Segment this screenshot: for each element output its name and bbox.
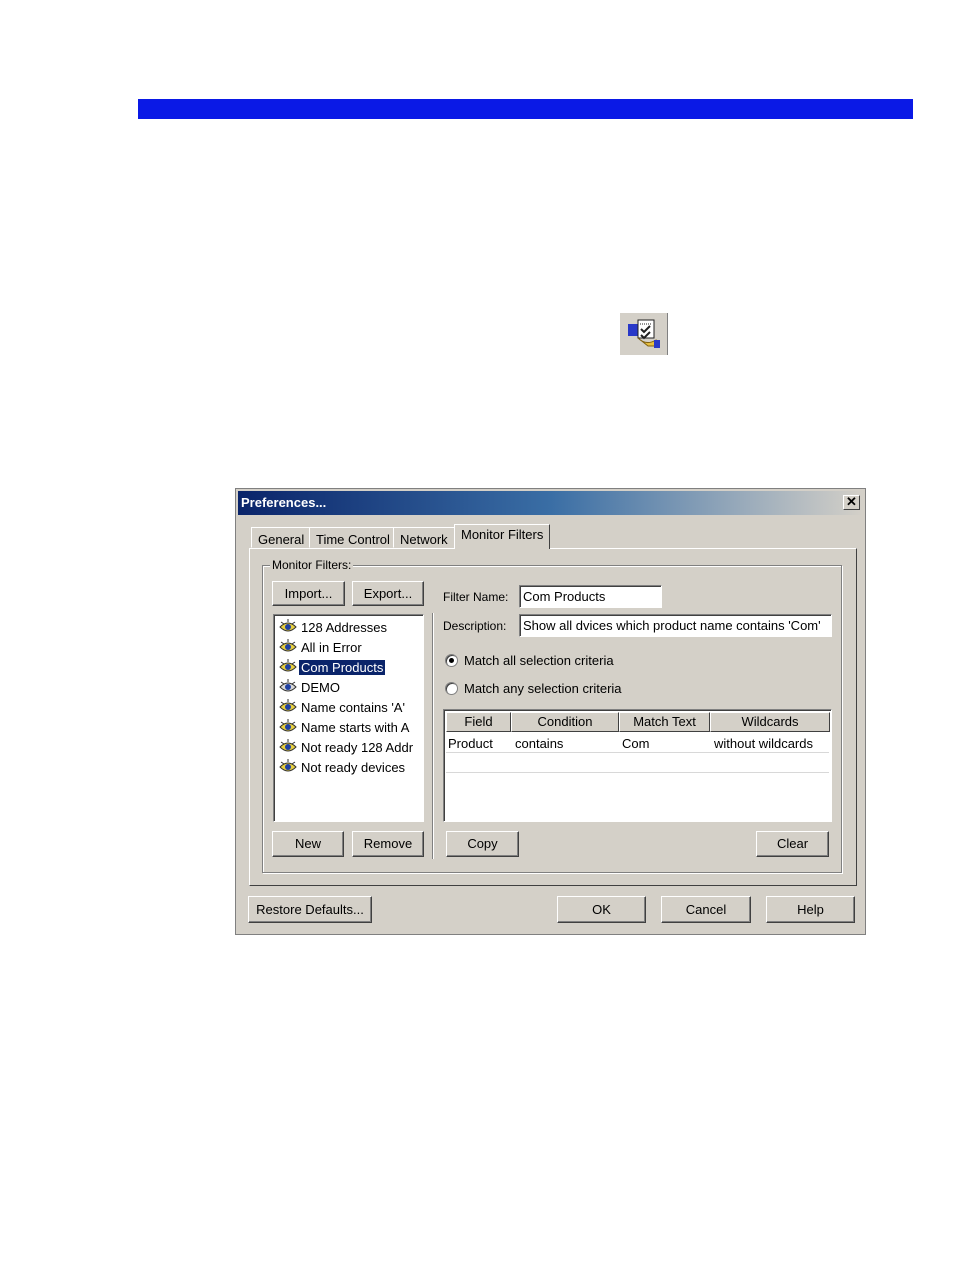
list-item-label: Not ready 128 Addr <box>301 740 414 755</box>
eye-icon <box>279 619 297 632</box>
column-header-match-text[interactable]: Match Text <box>619 712 710 732</box>
filter-name-label: Filter Name: <box>443 590 509 604</box>
filter-name-input[interactable]: Com Products <box>519 585 662 608</box>
group-label: Monitor Filters: <box>270 558 354 572</box>
match-all-radio[interactable] <box>445 654 458 667</box>
tab-general[interactable]: General <box>251 527 312 548</box>
preferences-checklist-icon <box>628 319 660 348</box>
remove-button[interactable]: Remove <box>352 831 424 857</box>
eye-icon <box>279 679 297 692</box>
row-divider <box>446 752 829 753</box>
cancel-button[interactable]: Cancel <box>661 896 751 923</box>
eye-icon <box>279 699 297 712</box>
export-button[interactable]: Export... <box>352 581 424 606</box>
eye-icon <box>279 639 297 652</box>
column-header-wildcards[interactable]: Wildcards <box>710 712 830 732</box>
preferences-dialog: Preferences... ✕ General Time Control Ne… <box>235 488 866 935</box>
dialog-titlebar: Preferences... ✕ <box>238 491 863 515</box>
eye-icon <box>279 719 297 732</box>
table-cell[interactable]: without wildcards <box>714 736 813 751</box>
match-all-label[interactable]: Match all selection criteria <box>464 653 614 668</box>
close-button[interactable]: ✕ <box>843 495 860 510</box>
tab-monitor-filters[interactable]: Monitor Filters <box>454 524 551 549</box>
close-icon: ✕ <box>846 494 857 509</box>
preferences-toolbar-button[interactable] <box>620 313 668 355</box>
criteria-table[interactable]: Field Condition Match Text Wildcards Pro… <box>443 709 832 822</box>
list-item-label: Name starts with A <box>301 720 410 735</box>
new-button[interactable]: New <box>272 831 344 857</box>
list-item-label: Com Products <box>299 660 386 675</box>
vertical-divider <box>432 613 434 859</box>
list-item-label: 128 Addresses <box>301 620 388 635</box>
row-divider <box>446 772 829 773</box>
list-item-label: Not ready devices <box>301 760 406 775</box>
match-any-radio[interactable] <box>445 682 458 695</box>
table-cell[interactable]: Com <box>622 736 649 751</box>
copy-button[interactable]: Copy <box>446 831 519 857</box>
table-cell[interactable]: contains <box>515 736 563 751</box>
help-button[interactable]: Help <box>766 896 855 923</box>
list-item-label: All in Error <box>301 640 362 655</box>
eye-icon <box>279 739 297 752</box>
list-item-label: Name contains 'A' <box>301 700 405 715</box>
clear-button[interactable]: Clear <box>756 831 829 857</box>
column-header-field[interactable]: Field <box>446 712 511 732</box>
tab-time-control[interactable]: Time Control <box>309 527 397 548</box>
tab-network[interactable]: Network <box>393 527 455 548</box>
list-item-label: DEMO <box>301 680 340 695</box>
description-label: Description: <box>443 619 507 633</box>
restore-defaults-button[interactable]: Restore Defaults... <box>248 896 372 923</box>
eye-icon <box>279 759 297 772</box>
eye-icon <box>279 659 297 672</box>
import-button[interactable]: Import... <box>272 581 345 606</box>
match-any-label[interactable]: Match any selection criteria <box>464 681 622 696</box>
header-bar <box>138 99 913 119</box>
table-cell[interactable]: Product <box>448 736 493 751</box>
column-header-condition[interactable]: Condition <box>511 712 619 732</box>
ok-button[interactable]: OK <box>557 896 646 923</box>
dialog-title: Preferences... <box>241 495 327 510</box>
description-input[interactable]: Show all dvices which product name conta… <box>519 614 832 637</box>
filter-list[interactable]: 128 Addresses All in Error Com Products … <box>273 614 424 822</box>
